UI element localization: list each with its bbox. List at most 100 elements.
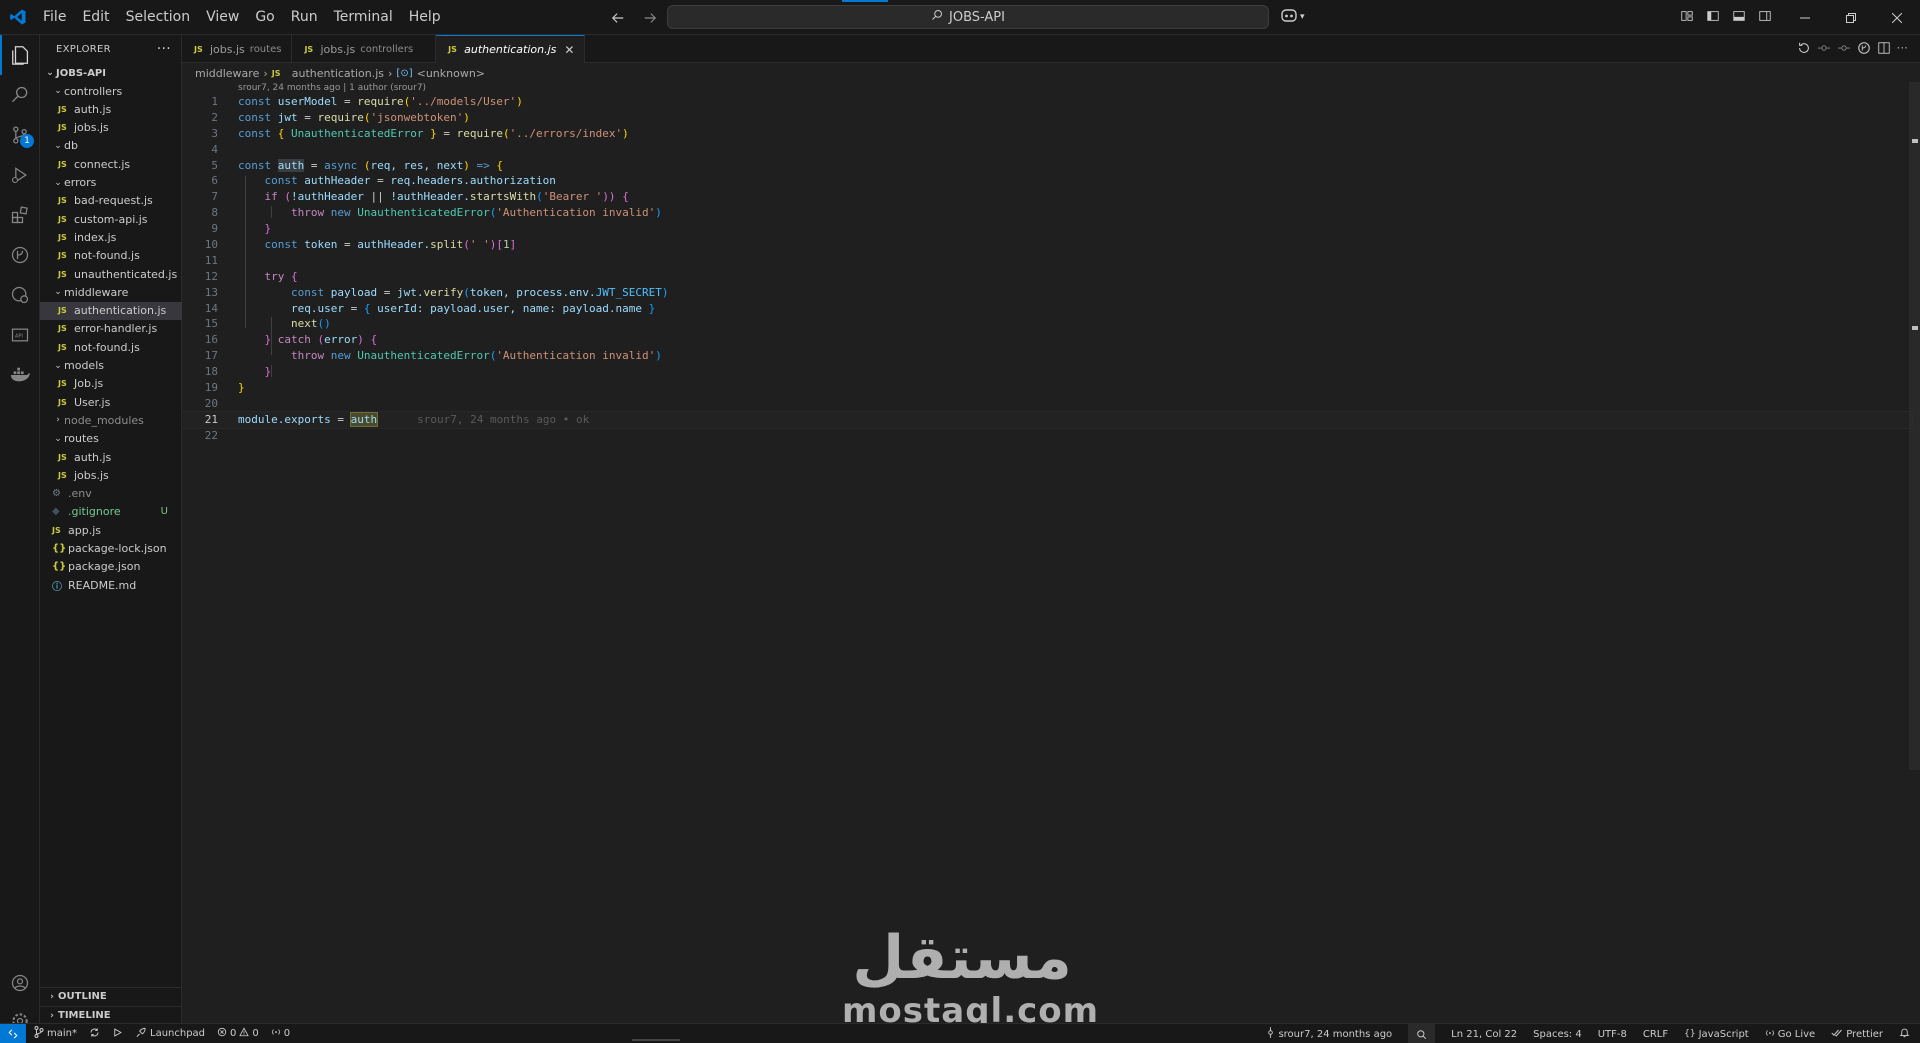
code-line: 7 if (!authHeader || !authHeader.startsW… [182, 189, 1912, 205]
remote-indicator-icon[interactable] [0, 1023, 26, 1043]
run-debug-icon[interactable] [0, 155, 40, 195]
tree-item[interactable]: › node_modules [40, 411, 182, 429]
tab-jobs-controllers[interactable]: JS jobs.js controllers [292, 35, 437, 63]
problems-status[interactable]: 0 0 [217, 1027, 259, 1040]
gitlens-icon[interactable] [1857, 41, 1871, 59]
tree-item[interactable]: JS jobs.js [40, 466, 182, 484]
encoding-status[interactable]: UTF-8 [1598, 1029, 1627, 1040]
back-arrow-icon[interactable] [608, 8, 628, 28]
menu-go[interactable]: Go [247, 0, 282, 35]
tree-item[interactable]: {} package.json [40, 558, 182, 576]
breadcrumb-folder[interactable]: middleware [195, 67, 259, 80]
tree-item[interactable]: JS jobs.js [40, 119, 182, 137]
breadcrumb-file[interactable]: authentication.js [292, 67, 384, 80]
split-editor-icon[interactable] [1877, 41, 1891, 59]
toggle-secondary-sidebar-icon[interactable] [1756, 7, 1774, 25]
launchpad-status[interactable]: Launchpad [135, 1027, 205, 1041]
menu-selection[interactable]: Selection [118, 0, 199, 35]
timeline-section[interactable]: › TIMELINE [40, 1006, 182, 1024]
tree-item[interactable]: ◆ .gitignore U [40, 503, 182, 521]
tree-item[interactable]: JS not-found.js [40, 247, 182, 265]
tree-item[interactable]: ⓘ README.md [40, 576, 182, 594]
tree-item[interactable]: ⌄ routes [40, 430, 182, 448]
open-changes-icon[interactable] [1797, 41, 1811, 59]
notifications-bell-icon[interactable] [1899, 1027, 1910, 1041]
tree-item[interactable]: JS connect.js [40, 155, 182, 173]
tree-item[interactable]: JS auth.js [40, 100, 182, 118]
tree-item[interactable]: JS unauthenticated.js [40, 265, 182, 283]
cursor-position[interactable]: Ln 21, Col 22 [1451, 1029, 1517, 1040]
forward-arrow-icon[interactable] [640, 8, 660, 28]
previous-change-icon[interactable] [1817, 41, 1831, 59]
more-actions-icon[interactable]: ··· [1897, 41, 1908, 59]
tree-item[interactable]: ⌄ models [40, 357, 182, 375]
search-view-icon[interactable] [0, 75, 40, 115]
prettier-status[interactable]: Prettier [1831, 1028, 1883, 1041]
menu-run[interactable]: Run [283, 0, 326, 35]
menu-terminal[interactable]: Terminal [326, 0, 401, 35]
git-graph-icon[interactable] [0, 235, 40, 275]
go-live-button[interactable]: Go Live [1765, 1028, 1815, 1041]
tab-authentication[interactable]: JS authentication.js ✕ [436, 35, 586, 63]
tree-item[interactable]: JS Job.js [40, 375, 182, 393]
source-control-icon[interactable]: 1 [0, 115, 40, 155]
zoom-search-icon[interactable] [1408, 1024, 1436, 1043]
accounts-icon[interactable] [0, 963, 40, 1003]
blame-status[interactable]: srour7, 24 months ago [1266, 1027, 1392, 1041]
api-client-icon[interactable]: API [0, 315, 40, 355]
docker-icon[interactable] [0, 355, 40, 395]
tree-item[interactable]: JS bad-request.js [40, 192, 182, 210]
tree-item[interactable]: ⌄ db [40, 137, 182, 155]
javascript-file-icon: JS [58, 452, 67, 462]
language-status[interactable]: {} JavaScript [1684, 1029, 1749, 1040]
toggle-panel-icon[interactable] [1730, 7, 1748, 25]
code-editor[interactable]: 1 const userModel = require('../models/Us… [181, 94, 1913, 444]
sync-icon[interactable] [89, 1027, 100, 1041]
code-line: 20 [182, 396, 1912, 412]
tree-item[interactable]: JS custom-api.js [40, 210, 182, 228]
menu-edit[interactable]: Edit [74, 0, 117, 35]
tree-item[interactable]: ⌄ controllers [40, 82, 182, 100]
menu-file[interactable]: File [35, 0, 74, 35]
command-center-search[interactable]: JOBS-API [667, 5, 1269, 29]
tree-item[interactable]: JS auth.js [40, 448, 182, 466]
restore-icon[interactable] [1828, 0, 1874, 35]
tree-item[interactable]: JS error-handler.js [40, 320, 182, 338]
menu-help[interactable]: Help [401, 0, 449, 35]
explorer-icon[interactable] [0, 35, 40, 75]
line-number: 8 [211, 206, 218, 220]
tree-item[interactable]: JS app.js [40, 521, 182, 539]
tree-item[interactable]: JS not-found.js [40, 338, 182, 356]
next-change-icon[interactable] [1837, 41, 1851, 59]
indentation-status[interactable]: Spaces: 4 [1533, 1029, 1582, 1040]
tree-item[interactable]: ⌄ errors [40, 174, 182, 192]
tree-item[interactable]: JS User.js [40, 393, 182, 411]
toggle-primary-sidebar-icon[interactable] [1704, 7, 1722, 25]
ports-status[interactable]: 0 [271, 1027, 290, 1040]
remote-explorer-icon[interactable] [0, 275, 40, 315]
eol-status[interactable]: CRLF [1643, 1029, 1668, 1040]
more-actions-icon[interactable]: ··· [157, 41, 171, 57]
minimize-icon[interactable] [1782, 0, 1828, 35]
tree-item[interactable]: ⚙ .env [40, 485, 182, 503]
debug-status-icon[interactable] [112, 1027, 123, 1041]
branch-status[interactable]: main* [34, 1026, 77, 1041]
outline-section[interactable]: › OUTLINE [40, 987, 182, 1005]
copilot-button[interactable]: ▾ [1280, 7, 1305, 27]
tree-item[interactable]: JS authentication.js [40, 301, 182, 320]
tree-item[interactable]: ⌄ middleware [40, 283, 182, 301]
codelens-blame[interactable]: srour7, 24 months ago | 1 author (srour7… [238, 83, 426, 93]
code-line: 17 throw new UnauthenticatedError('Authe… [182, 348, 1912, 364]
customize-layout-icon[interactable] [1678, 7, 1696, 25]
extensions-icon[interactable] [0, 195, 40, 235]
close-tab-icon[interactable]: ✕ [564, 43, 574, 57]
tree-root-jobs-api[interactable]: ⌄ JOBS-API [40, 64, 182, 82]
menu-view[interactable]: View [198, 0, 247, 35]
launchpad-icon [135, 1027, 147, 1041]
breadcrumb-symbol[interactable]: <unknown> [417, 67, 485, 80]
tree-item[interactable]: JS index.js [40, 228, 182, 246]
tab-jobs-routes[interactable]: JS jobs.js routes [182, 35, 293, 63]
editor-scrollbar[interactable] [1909, 82, 1920, 770]
close-window-icon[interactable] [1874, 0, 1920, 35]
tree-item[interactable]: {} package-lock.json [40, 540, 182, 558]
